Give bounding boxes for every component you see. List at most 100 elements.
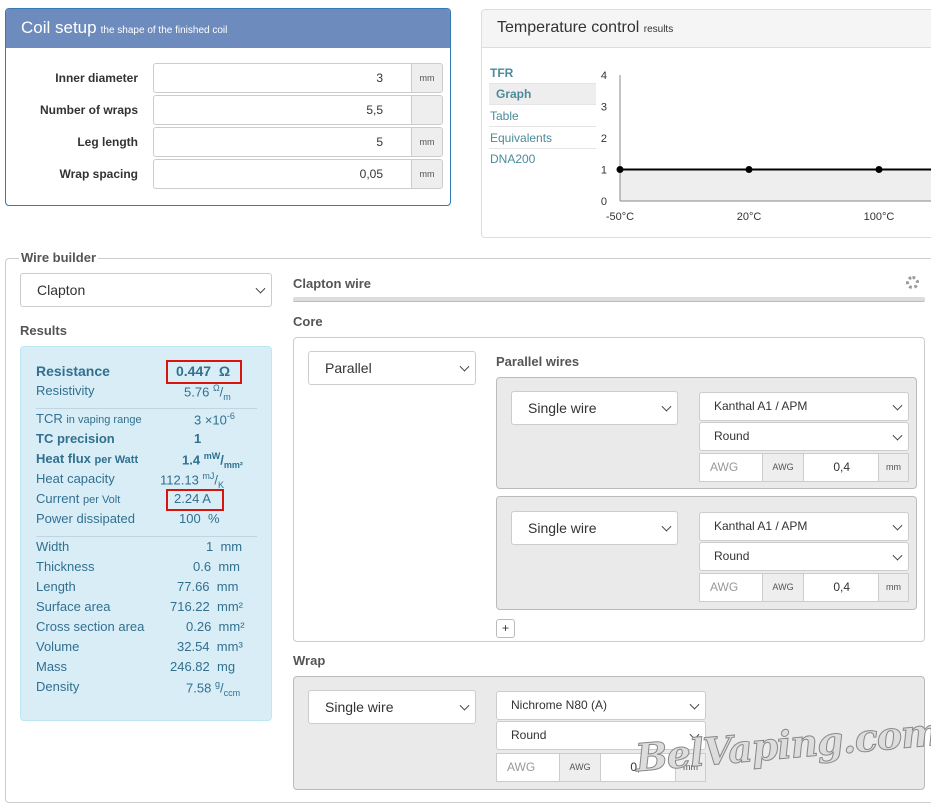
x-tick-label: 100°C bbox=[864, 211, 895, 223]
tc-precision-label: TC precision bbox=[36, 431, 115, 446]
wire-2-awg-input[interactable]: AWG bbox=[699, 573, 763, 602]
inner-diameter-input[interactable]: 3 bbox=[153, 63, 412, 93]
wire-1-shape-value: Round bbox=[714, 429, 750, 443]
tab-dna200[interactable]: DNA200 bbox=[489, 149, 596, 170]
power-value: 100 % bbox=[179, 511, 220, 526]
wrap-type-value: Single wire bbox=[325, 699, 394, 715]
temperature-control-title: Temperature control bbox=[497, 19, 640, 36]
wrap-spacing-row: Wrap spacing 0,05 mm bbox=[6, 159, 450, 189]
wire-1-awg-input[interactable]: AWG bbox=[699, 453, 763, 482]
resistance-highlight bbox=[166, 360, 242, 384]
clapton-wire-title: Clapton wire bbox=[293, 276, 372, 291]
chevron-down-icon bbox=[689, 699, 700, 710]
resistivity-value: 5.76 Ω/m bbox=[184, 383, 231, 402]
wire-1-type-select[interactable]: Single wire bbox=[511, 391, 678, 425]
wraps-label: Number of wraps bbox=[39, 103, 138, 117]
wire-builder-legend: Wire builder bbox=[19, 250, 99, 265]
wrap-awg-addon: AWG bbox=[559, 753, 601, 782]
mass-row: Mass 246.82 mg bbox=[36, 659, 266, 679]
resistivity-label: Resistivity bbox=[36, 383, 95, 398]
temperature-control-subtitle: results bbox=[643, 24, 674, 35]
wrap-material-value: Nichrome N80 (A) bbox=[511, 698, 608, 712]
core-mode-select[interactable]: Parallel bbox=[308, 351, 476, 385]
wrap-material-select[interactable]: Nichrome N80 (A) bbox=[496, 691, 706, 720]
current-highlight bbox=[166, 489, 224, 511]
y-tick-label: 1 bbox=[601, 165, 607, 177]
inner-diameter-unit: mm bbox=[411, 63, 443, 93]
coil-setup-title: Coil setup bbox=[21, 18, 97, 37]
width-row: Width 1 mm bbox=[36, 539, 266, 559]
current-row: Current per Volt 2.24 A bbox=[36, 491, 266, 511]
tab-equivalents[interactable]: Equivalents bbox=[489, 128, 596, 149]
coil-setup-panel: Coil setup the shape of the finished coil… bbox=[5, 8, 451, 206]
tab-table[interactable]: Table bbox=[489, 106, 596, 127]
wire-2-unit: mm bbox=[878, 573, 909, 602]
thickness-label: Thickness bbox=[36, 559, 95, 574]
wire-2-material-value: Kanthal A1 / APM bbox=[714, 519, 808, 533]
add-wire-button[interactable]: + bbox=[496, 619, 515, 638]
current-label: Current per Volt bbox=[36, 491, 121, 506]
chevron-down-icon bbox=[661, 521, 672, 532]
wire-2-type-select[interactable]: Single wire bbox=[511, 511, 678, 545]
cross-section-row: Cross section area 0.26 mm² bbox=[36, 619, 266, 639]
tcr-row: TCR in vaping range 3 ×10-6 bbox=[36, 411, 266, 431]
chevron-down-icon bbox=[892, 520, 903, 531]
heat-capacity-label: Heat capacity bbox=[36, 471, 115, 486]
mass-value: 246.82 mg bbox=[170, 659, 236, 674]
temperature-control-header: Temperature control results bbox=[482, 10, 931, 48]
leg-length-row: Leg length 5 mm bbox=[6, 127, 450, 157]
wire-1-material-select[interactable]: Kanthal A1 / APM bbox=[699, 392, 909, 421]
gear-icon[interactable] bbox=[906, 276, 919, 289]
y-tick-label: 3 bbox=[601, 102, 607, 114]
resistivity-row: Resistivity 5.76 Ω/m bbox=[36, 383, 266, 403]
wrap-shape-value: Round bbox=[511, 728, 547, 742]
wrap-spacing-label: Wrap spacing bbox=[59, 167, 138, 181]
tab-tfr[interactable]: TFR bbox=[489, 63, 596, 84]
leg-length-input[interactable]: 5 bbox=[153, 127, 412, 157]
length-label: Length bbox=[36, 579, 76, 594]
chevron-down-icon bbox=[661, 401, 672, 412]
wrap-awg-input[interactable]: AWG bbox=[496, 753, 560, 782]
heat-flux-label: Heat flux per Watt bbox=[36, 451, 139, 466]
clapton-progress bbox=[293, 297, 925, 302]
chevron-down-icon bbox=[892, 400, 903, 411]
wire-2-awg-addon: AWG bbox=[762, 573, 804, 602]
wire-2-shape-select[interactable]: Round bbox=[699, 542, 909, 571]
inner-diameter-label: Inner diameter bbox=[55, 71, 138, 85]
tc-precision-value: 1 bbox=[194, 431, 202, 446]
data-point bbox=[616, 166, 624, 173]
y-tick-label: 4 bbox=[601, 70, 607, 82]
wire-1-unit: mm bbox=[878, 453, 909, 482]
wire-2-material-select[interactable]: Kanthal A1 / APM bbox=[699, 512, 909, 541]
results-divider bbox=[36, 536, 257, 537]
wire-1-shape-select[interactable]: Round bbox=[699, 422, 909, 451]
results-heading: Results bbox=[20, 323, 67, 338]
data-point bbox=[745, 166, 753, 173]
chevron-down-icon bbox=[459, 700, 470, 711]
wraps-input[interactable]: 5,5 bbox=[153, 95, 412, 125]
wrap-spacing-input[interactable]: 0,05 bbox=[153, 159, 412, 189]
volume-row: Volume 32.54 mm³ bbox=[36, 639, 266, 659]
tab-graph[interactable]: Graph bbox=[489, 84, 596, 105]
wrap-type-select[interactable]: Single wire bbox=[308, 690, 476, 724]
wrap-spacing-unit: mm bbox=[411, 159, 443, 189]
wraps-row: Number of wraps 5,5 bbox=[6, 95, 450, 125]
wire-2-diameter-input[interactable]: 0,4 bbox=[803, 573, 879, 602]
wire-type-select[interactable]: Clapton bbox=[20, 273, 272, 307]
tfr-chart: 0 1 2 3 4 -50°C 20°C 100°C bbox=[601, 70, 931, 223]
heat-flux-row: Heat flux per Watt 1.4 mW/mm² bbox=[36, 451, 266, 471]
width-label: Width bbox=[36, 539, 70, 554]
wire-1-diameter-input[interactable]: 0,4 bbox=[803, 453, 879, 482]
thickness-value: 0.6 mm bbox=[193, 559, 240, 574]
wire-1-awg-addon: AWG bbox=[762, 453, 804, 482]
wraps-unit bbox=[411, 95, 443, 125]
wire-1-type-value: Single wire bbox=[528, 400, 597, 416]
chart-area bbox=[620, 169, 931, 201]
density-row: Density 7.58 g/ccm bbox=[36, 679, 266, 699]
power-row: Power dissipated 100 % bbox=[36, 511, 266, 531]
density-label: Density bbox=[36, 679, 80, 694]
wrap-heading: Wrap bbox=[293, 653, 326, 668]
resistance-label: Resistance bbox=[36, 363, 110, 379]
length-value: 77.66 mm bbox=[177, 579, 239, 594]
width-value: 1 mm bbox=[206, 539, 243, 554]
